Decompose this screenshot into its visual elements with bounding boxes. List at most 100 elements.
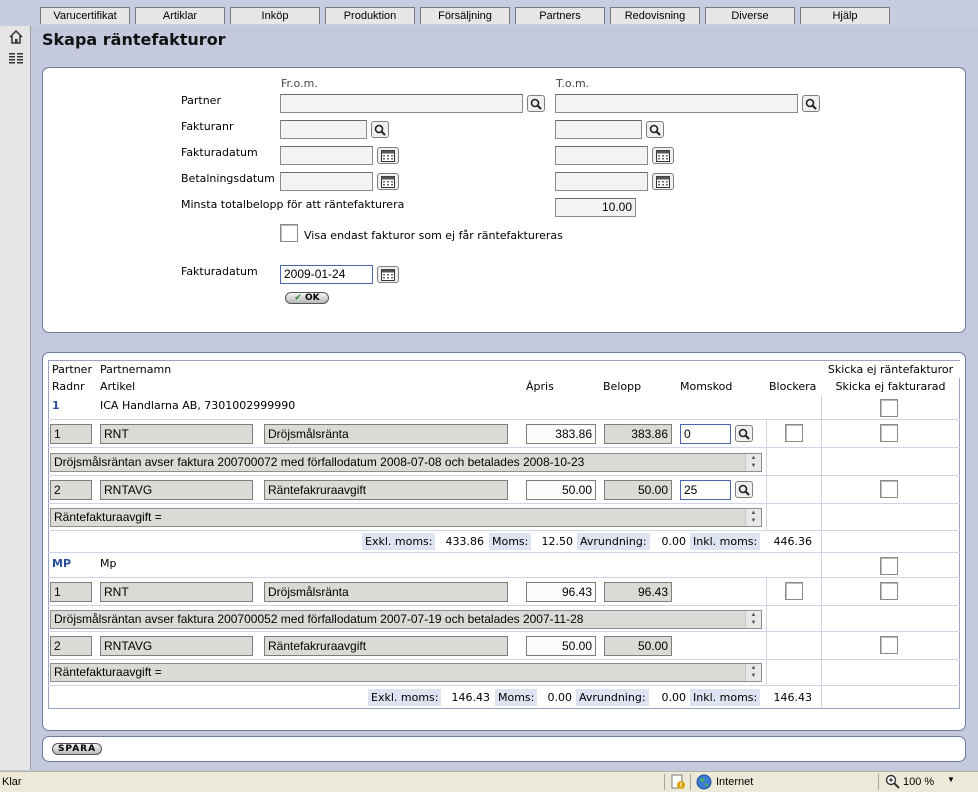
invoice-no-label: Fakturanr [181, 120, 234, 133]
invoice-text-area[interactable]: Räntefakturaavgift = ▲ ▼ [50, 508, 762, 527]
dont-invoice-row-checkbox[interactable] [880, 480, 898, 498]
partner-row: MP Mp [48, 553, 960, 578]
list-icon[interactable] [8, 51, 24, 67]
scroll-arrows-icon[interactable]: ▲ ▼ [745, 611, 761, 628]
col-dont-send: Skicka ej räntefakturor [821, 361, 960, 378]
tab-forsaljning[interactable]: Försäljning [420, 7, 510, 24]
invoice-date-from-input[interactable] [280, 146, 373, 165]
incl-vat-value: 146.43 [773, 691, 813, 704]
calendar-icon[interactable] [652, 173, 674, 190]
zoom-level[interactable]: 100 % [903, 776, 934, 788]
excl-vat-label: Exkl. moms: [368, 689, 442, 706]
invoice-text: Räntefakturaavgift = [54, 665, 162, 679]
incl-vat-label: Inkl. moms: [690, 533, 761, 550]
invoice-text-row: Räntefakturaavgift = ▲ ▼ [48, 504, 960, 531]
rounding-value: 0.00 [661, 535, 687, 548]
vat-code-input[interactable]: 0 [680, 424, 731, 444]
block-checkbox[interactable] [785, 424, 803, 442]
calendar-icon[interactable] [652, 147, 674, 164]
vat-code-input[interactable]: 25 [680, 480, 731, 500]
invoice-text-area[interactable]: Dröjsmålsräntan avser faktura 200700072 … [50, 453, 762, 472]
min-total-input[interactable]: 10.00 [555, 198, 636, 217]
status-divider [690, 774, 691, 790]
scroll-arrows-icon[interactable]: ▲ ▼ [745, 454, 761, 471]
excl-vat-label: Exkl. moms: [362, 533, 436, 550]
rounding-label: Avrundning: [577, 533, 650, 550]
invoice-text: Dröjsmålsräntan avser faktura 200700052 … [54, 612, 584, 626]
ok-button[interactable]: ✔ OK [285, 292, 329, 304]
search-icon[interactable] [371, 121, 389, 138]
check-icon: ✔ [294, 293, 302, 303]
partner-from-input[interactable] [280, 94, 523, 113]
to-header: T.o.m. [556, 77, 590, 90]
row-no-field: 1 [50, 424, 92, 444]
page-warning-icon[interactable] [670, 774, 686, 790]
tab-produktion[interactable]: Produktion [325, 7, 415, 24]
unit-price-field[interactable]: 50.00 [526, 636, 596, 656]
vat-label: Moms: [495, 689, 538, 706]
invoice-text-row: Dröjsmålsräntan avser faktura 200700072 … [48, 448, 960, 476]
tab-hjalp[interactable]: Hjälp [800, 7, 890, 24]
tab-varucertifikat[interactable]: Varucertifikat [40, 7, 130, 24]
amount-field: 383.86 [604, 424, 672, 444]
tab-inkop[interactable]: Inköp [230, 7, 320, 24]
block-checkbox[interactable] [785, 582, 803, 600]
invoice-no-from-input[interactable] [280, 120, 367, 139]
partner-code[interactable]: MP [52, 557, 71, 570]
search-icon[interactable] [527, 95, 545, 112]
payment-date-from-input[interactable] [280, 172, 373, 191]
tab-partners[interactable]: Partners [515, 7, 605, 24]
search-icon[interactable] [735, 481, 753, 498]
dont-send-checkbox[interactable] [880, 557, 898, 575]
unit-price-field[interactable]: 50.00 [526, 480, 596, 500]
description-field: Dröjsmålsränta [264, 424, 508, 444]
description-field: Räntefakruraavgift [264, 636, 508, 656]
calendar-icon[interactable] [377, 147, 399, 164]
chevron-down-icon[interactable]: ▼ [947, 775, 955, 784]
invoice-date-to-input[interactable] [555, 146, 648, 165]
dont-invoice-row-checkbox[interactable] [880, 424, 898, 442]
home-icon[interactable] [8, 29, 24, 45]
invoice-text: Räntefakturaavgift = [54, 510, 162, 524]
calendar-icon[interactable] [377, 173, 399, 190]
unit-price-field[interactable]: 383.86 [526, 424, 596, 444]
page-title: Skapa räntefakturor [42, 30, 226, 49]
status-text: Klar [2, 776, 22, 788]
invoice-no-to-input[interactable] [555, 120, 642, 139]
col-block: Blockera [769, 380, 817, 393]
dont-invoice-row-checkbox[interactable] [880, 636, 898, 654]
row-no-field: 2 [50, 480, 92, 500]
scroll-arrows-icon[interactable]: ▲ ▼ [745, 664, 761, 681]
dont-send-checkbox[interactable] [880, 399, 898, 417]
save-button[interactable]: SPARA [52, 743, 102, 755]
search-icon[interactable] [646, 121, 664, 138]
search-icon[interactable] [802, 95, 820, 112]
zone-text: Internet [716, 776, 754, 788]
payment-date-label: Betalningsdatum [181, 172, 275, 185]
partner-to-input[interactable] [555, 94, 798, 113]
tab-diverse[interactable]: Diverse [705, 7, 795, 24]
invoice-text-area[interactable]: Räntefakturaavgift = ▲ ▼ [50, 663, 762, 682]
new-invoice-date-input[interactable]: 2009-01-24 [280, 265, 373, 284]
col-amount: Belopp [603, 380, 642, 393]
search-icon[interactable] [735, 425, 753, 442]
col-dont-invoice-row: Skicka ej fakturarad [835, 380, 946, 393]
dont-invoice-row-checkbox[interactable] [880, 582, 898, 600]
only-not-invoiceable-checkbox[interactable] [280, 224, 298, 242]
tab-artiklar[interactable]: Artiklar [135, 7, 225, 24]
ok-label: OK [305, 293, 320, 303]
payment-date-to-input[interactable] [555, 172, 648, 191]
article-field: RNT [100, 582, 253, 602]
tab-redovisning[interactable]: Redovisning [610, 7, 700, 24]
unit-price-field[interactable]: 96.43 [526, 582, 596, 602]
scroll-arrows-icon[interactable]: ▲ ▼ [745, 509, 761, 526]
status-divider [664, 774, 665, 790]
calendar-icon[interactable] [377, 266, 399, 283]
partner-code[interactable]: 1 [52, 399, 60, 412]
invoice-text-row: Dröjsmålsräntan avser faktura 200700052 … [48, 606, 960, 632]
col-row-no: Radnr [52, 380, 85, 393]
incl-vat-value: 446.36 [773, 535, 813, 548]
zoom-icon[interactable] [885, 774, 901, 790]
invoice-text-area[interactable]: Dröjsmålsräntan avser faktura 200700052 … [50, 610, 762, 629]
partner-row: 1 ICA Handlarna AB, 7301002999990 [48, 396, 960, 420]
